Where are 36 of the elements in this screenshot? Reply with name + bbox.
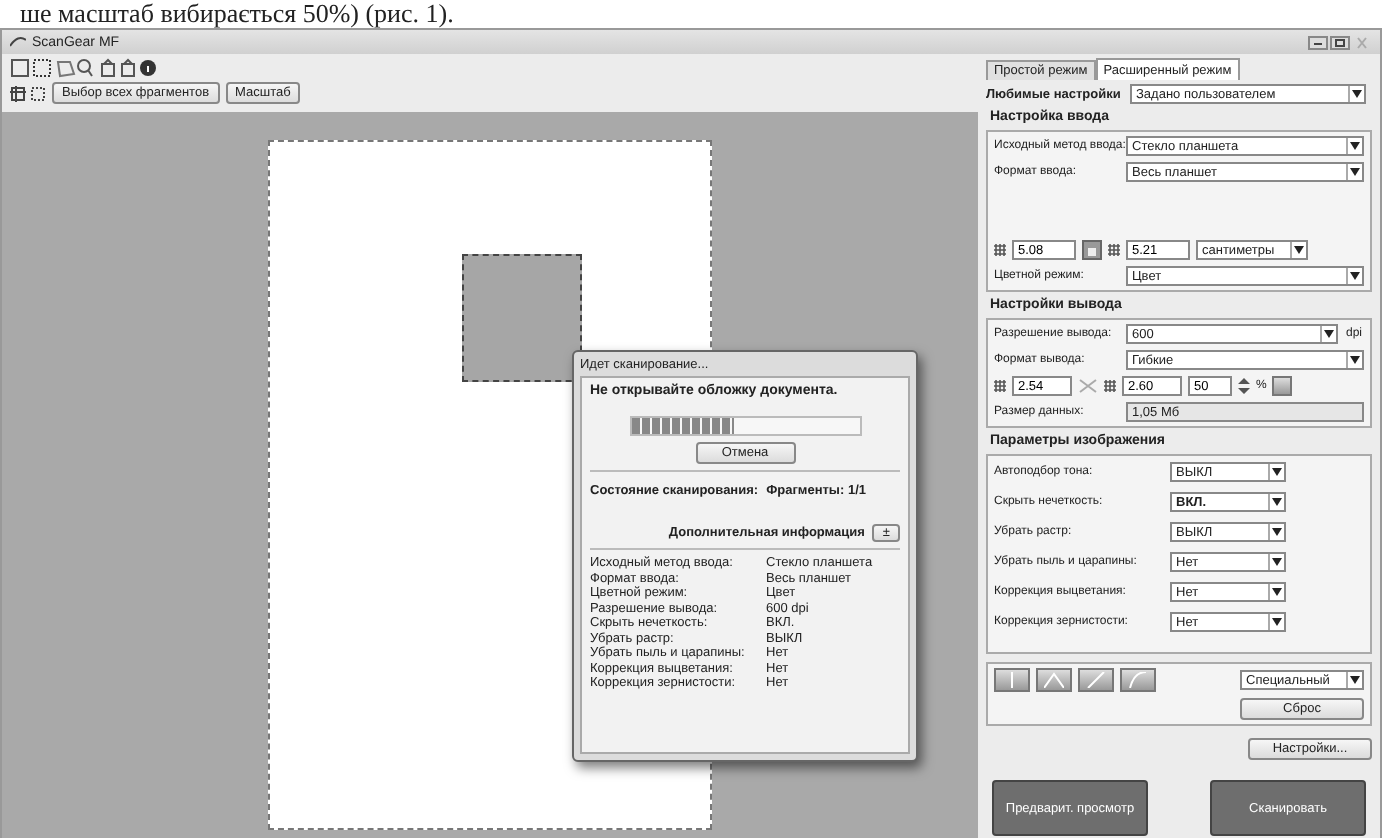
curve-icon [1086,672,1106,688]
curve-button[interactable] [994,668,1030,692]
curve-icon [1044,672,1064,688]
image-button[interactable] [1272,376,1293,396]
curve-icon [1128,672,1148,688]
caret-icon [1272,468,1282,476]
caret-icon [1350,356,1360,364]
maximize-icon[interactable] [1330,35,1350,49]
ruler-icon [1108,244,1120,256]
toolbar-icons[interactable] [10,57,162,77]
caret-icon [1272,618,1282,626]
caption-text: ше масштаб вибирається 50%) (рис. 1). [18,0,456,28]
caret-icon [1352,90,1362,98]
ruler-icon [994,244,1006,256]
caret-icon [1272,528,1282,536]
caret-icon [1350,272,1360,280]
caret-icon [1272,558,1282,566]
spinner-icon[interactable] [1238,376,1250,396]
crop-icon[interactable] [10,85,46,101]
caret-icon [1294,246,1304,254]
app-icon [10,36,26,48]
caret-icon [1350,142,1360,150]
curve-button[interactable] [1120,668,1156,692]
curve-button[interactable] [1036,668,1072,692]
ruler-icon [994,380,1006,392]
caret-icon [1324,330,1334,338]
lock-icon[interactable] [1082,240,1102,260]
minimize-icon[interactable] [1308,35,1328,49]
caret-icon [1350,676,1360,684]
selection-frame[interactable] [462,254,582,382]
caret-icon [1350,168,1360,176]
caret-icon [1272,498,1282,506]
link-icon [1078,378,1098,394]
caret-icon [1272,588,1282,596]
curve-button[interactable] [1078,668,1114,692]
ruler-icon [1104,380,1116,392]
